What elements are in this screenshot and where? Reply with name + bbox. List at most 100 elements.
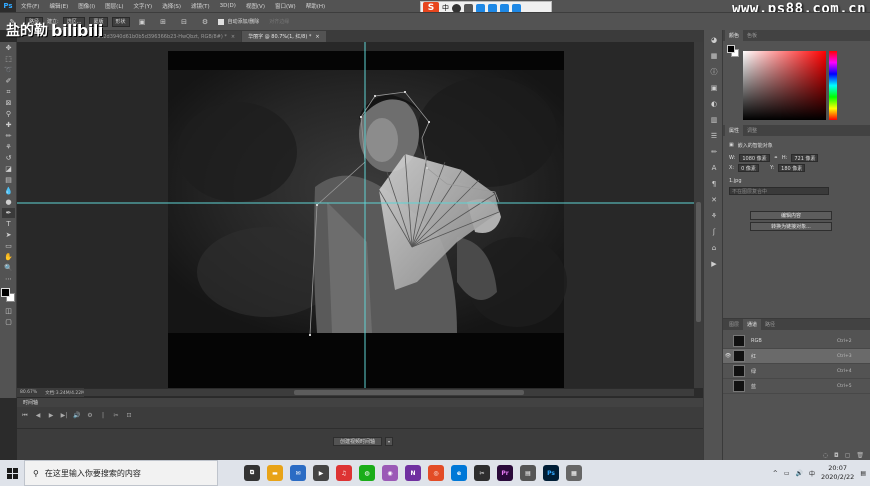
app-icon[interactable]: ▦: [566, 465, 582, 481]
first-frame-icon[interactable]: ⏮: [21, 412, 29, 420]
brush-panel-icon[interactable]: ✏: [707, 146, 721, 158]
menu-view[interactable]: 视图(V): [241, 2, 270, 10]
tab-document-2[interactable]: 华丽字 @ 80.7%(1, 红/8) * ×: [242, 31, 326, 42]
quick-mask-icon[interactable]: ◫: [2, 306, 15, 316]
audio-icon[interactable]: 🔊: [73, 412, 81, 420]
link-icon[interactable]: ⚭: [774, 155, 778, 161]
notification-icon[interactable]: ▤: [860, 470, 866, 477]
foreground-swatch[interactable]: [727, 45, 735, 53]
screen-mode-icon[interactable]: ▢: [2, 317, 15, 327]
create-video-timeline-button[interactable]: 创建视频时间轴: [333, 437, 383, 446]
close-icon[interactable]: ×: [315, 34, 319, 40]
save-selection-icon[interactable]: ◘: [834, 452, 839, 459]
lasso-tool-icon[interactable]: ➰: [2, 65, 15, 75]
tool-app-icon[interactable]: ✂: [474, 465, 490, 481]
tab-layers[interactable]: 图层: [725, 319, 743, 330]
history-brush-tool-icon[interactable]: ↺: [2, 153, 15, 163]
libraries-panel-icon[interactable]: ▣: [707, 82, 721, 94]
clone-stamp-tool-icon[interactable]: ⚘: [2, 142, 15, 152]
input-language[interactable]: 中: [809, 469, 815, 478]
move-tool-icon[interactable]: ✥: [2, 43, 15, 53]
edit-contents-button[interactable]: 编辑内容: [750, 211, 832, 220]
styles-panel-icon[interactable]: ▥: [707, 114, 721, 126]
netease-music-icon[interactable]: ♫: [336, 465, 352, 481]
tools-options-icon[interactable]: ✕: [707, 194, 721, 206]
task-view-icon[interactable]: ⧉: [244, 465, 260, 481]
foreground-color[interactable]: [1, 288, 10, 297]
menu-select[interactable]: 选择(S): [157, 2, 186, 10]
shape-button[interactable]: 形状: [111, 16, 130, 27]
canvas-image[interactable]: [17, 42, 698, 388]
zoom-level[interactable]: 80.67%: [20, 390, 37, 395]
channel-row-blue[interactable]: 蓝 Ctrl+5: [723, 379, 870, 394]
blur-tool-icon[interactable]: 💧: [2, 186, 15, 196]
onenote-icon[interactable]: N: [405, 465, 421, 481]
zoom-tool-icon[interactable]: 🔍: [2, 263, 15, 273]
chevron-down-icon[interactable]: ▾: [385, 437, 393, 446]
start-button[interactable]: [0, 460, 24, 486]
trash-icon[interactable]: 🗑: [856, 452, 864, 459]
adjustments-panel-icon[interactable]: ◐: [707, 98, 721, 110]
menu-file[interactable]: 文件(F): [16, 2, 44, 10]
layer-comp-select[interactable]: 不在图层复合中: [729, 187, 829, 195]
scroll-thumb[interactable]: [294, 390, 524, 395]
align-edges-label[interactable]: 对齐边缘: [269, 18, 289, 25]
y-field[interactable]: 180 像素: [778, 164, 806, 172]
edge-icon[interactable]: e: [451, 465, 467, 481]
channel-row-rgb[interactable]: RGB Ctrl+2: [723, 334, 870, 349]
volume-icon[interactable]: 🔊: [795, 470, 802, 477]
character-panel-icon[interactable]: A: [707, 162, 721, 174]
vertical-scrollbar[interactable]: [694, 42, 703, 388]
menu-layer[interactable]: 图层(L): [100, 2, 128, 10]
more-tools-icon[interactable]: ⋯: [2, 274, 15, 284]
dodge-tool-icon[interactable]: ●: [2, 197, 15, 207]
path-alignment-icon[interactable]: ⊞: [157, 17, 170, 27]
media-player-icon[interactable]: ▶: [313, 465, 329, 481]
premiere-icon[interactable]: Pr: [497, 465, 513, 481]
frame-tool-icon[interactable]: ⊠: [2, 98, 15, 108]
info-panel-icon[interactable]: ⓘ: [707, 66, 721, 78]
canvas-area[interactable]: [17, 42, 698, 388]
new-channel-icon[interactable]: ▢: [845, 452, 851, 459]
hue-slider[interactable]: [829, 51, 837, 120]
tab-color[interactable]: 颜色: [725, 30, 744, 41]
scissors-icon[interactable]: ✂: [112, 412, 120, 420]
menu-image[interactable]: 图像(I): [73, 2, 100, 10]
scroll-thumb[interactable]: [696, 202, 701, 322]
tab-paths[interactable]: 路径: [761, 319, 779, 330]
previous-frame-icon[interactable]: ◀: [34, 412, 42, 420]
brush-tool-icon[interactable]: ✏: [2, 131, 15, 141]
menu-window[interactable]: 窗口(W): [270, 2, 301, 10]
close-icon[interactable]: ×: [231, 34, 235, 40]
transition-icon[interactable]: ⊡: [125, 412, 133, 420]
gradient-tool-icon[interactable]: ▤: [2, 175, 15, 185]
gear-icon[interactable]: ⚙: [199, 17, 212, 27]
auto-add-checkbox[interactable]: [217, 18, 224, 25]
width-field[interactable]: 1080 像素: [739, 154, 770, 162]
path-selection-tool-icon[interactable]: ➤: [2, 230, 15, 240]
actions-panel-icon[interactable]: ▶: [707, 258, 721, 270]
taskbar-search[interactable]: ⚲ 在这里输入你要搜索的内容: [24, 460, 218, 486]
menu-type[interactable]: 文字(Y): [129, 2, 158, 10]
marquee-tool-icon[interactable]: ⬚: [2, 54, 15, 64]
paragraph-panel-icon[interactable]: ¶: [707, 178, 721, 190]
color-panel-icon[interactable]: ◕: [707, 34, 721, 46]
history-panel-icon[interactable]: ⌂: [707, 242, 721, 254]
menu-edit[interactable]: 编辑(E): [44, 2, 73, 10]
file-explorer-icon[interactable]: ▬: [267, 465, 283, 481]
channel-row-green[interactable]: 绿 Ctrl+4: [723, 364, 870, 379]
menu-help[interactable]: 帮助(H): [301, 2, 330, 10]
eye-icon[interactable]: 👁: [723, 353, 733, 359]
hand-tool-icon[interactable]: ✋: [2, 252, 15, 262]
menu-filter[interactable]: 滤镜(T): [186, 2, 215, 10]
eraser-tool-icon[interactable]: ◪: [2, 164, 15, 174]
color-swatches[interactable]: [1, 288, 15, 302]
tab-channels[interactable]: 通道: [743, 319, 762, 330]
load-selection-icon[interactable]: ◌: [823, 452, 828, 459]
play-icon[interactable]: ▶: [47, 412, 55, 420]
pen-tool-icon[interactable]: ✒: [2, 208, 15, 218]
channel-row-red[interactable]: 👁 红 Ctrl+3: [723, 349, 870, 364]
color-field[interactable]: [743, 51, 826, 120]
next-frame-icon[interactable]: ▶|: [60, 412, 68, 420]
settings-icon[interactable]: ⚙: [86, 412, 94, 420]
